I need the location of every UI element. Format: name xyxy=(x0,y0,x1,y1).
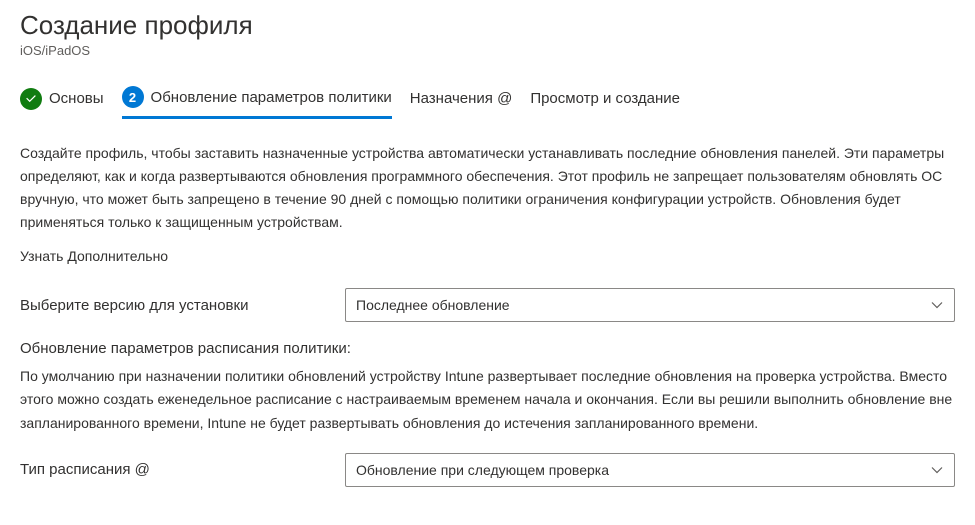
wizard-stepper: Основы 2 Обновление параметров политики … xyxy=(20,86,955,120)
step-label: Обновление параметров политики xyxy=(151,89,392,106)
version-select-value: Последнее обновление xyxy=(356,297,510,313)
schedule-type-row: Тип расписания @ Обновление при следующе… xyxy=(20,453,955,487)
step-label: Назначения @ xyxy=(410,90,513,107)
step-update-policy[interactable]: 2 Обновление параметров политики xyxy=(122,86,392,119)
step-number-badge: 2 xyxy=(122,86,144,108)
step-review-create[interactable]: Просмотр и создание xyxy=(530,90,680,115)
policy-description: Создайте профиль, чтобы заставить назнач… xyxy=(20,142,955,234)
schedule-heading: Обновление параметров расписания политик… xyxy=(20,340,955,357)
page-title: Создание профиля xyxy=(20,10,955,41)
schedule-type-select[interactable]: Обновление при следующем проверка xyxy=(345,453,955,487)
chevron-down-icon xyxy=(930,298,944,312)
schedule-type-label: Тип расписания @ xyxy=(20,461,345,478)
schedule-description: По умолчанию при назначении политики обн… xyxy=(20,365,955,434)
learn-more-link[interactable]: Узнать Дополнительно xyxy=(20,248,955,264)
page-subtitle: iOS/iPadOS xyxy=(20,43,955,58)
version-field-row: Выберите версию для установки Последнее … xyxy=(20,288,955,322)
step-assignments[interactable]: Назначения @ xyxy=(410,90,513,115)
checkmark-icon xyxy=(20,88,42,110)
version-label: Выберите версию для установки xyxy=(20,297,345,314)
step-label: Просмотр и создание xyxy=(530,90,680,107)
step-label: Основы xyxy=(49,90,104,107)
schedule-type-select-value: Обновление при следующем проверка xyxy=(356,462,609,478)
version-select[interactable]: Последнее обновление xyxy=(345,288,955,322)
step-basics[interactable]: Основы xyxy=(20,88,104,118)
chevron-down-icon xyxy=(930,463,944,477)
